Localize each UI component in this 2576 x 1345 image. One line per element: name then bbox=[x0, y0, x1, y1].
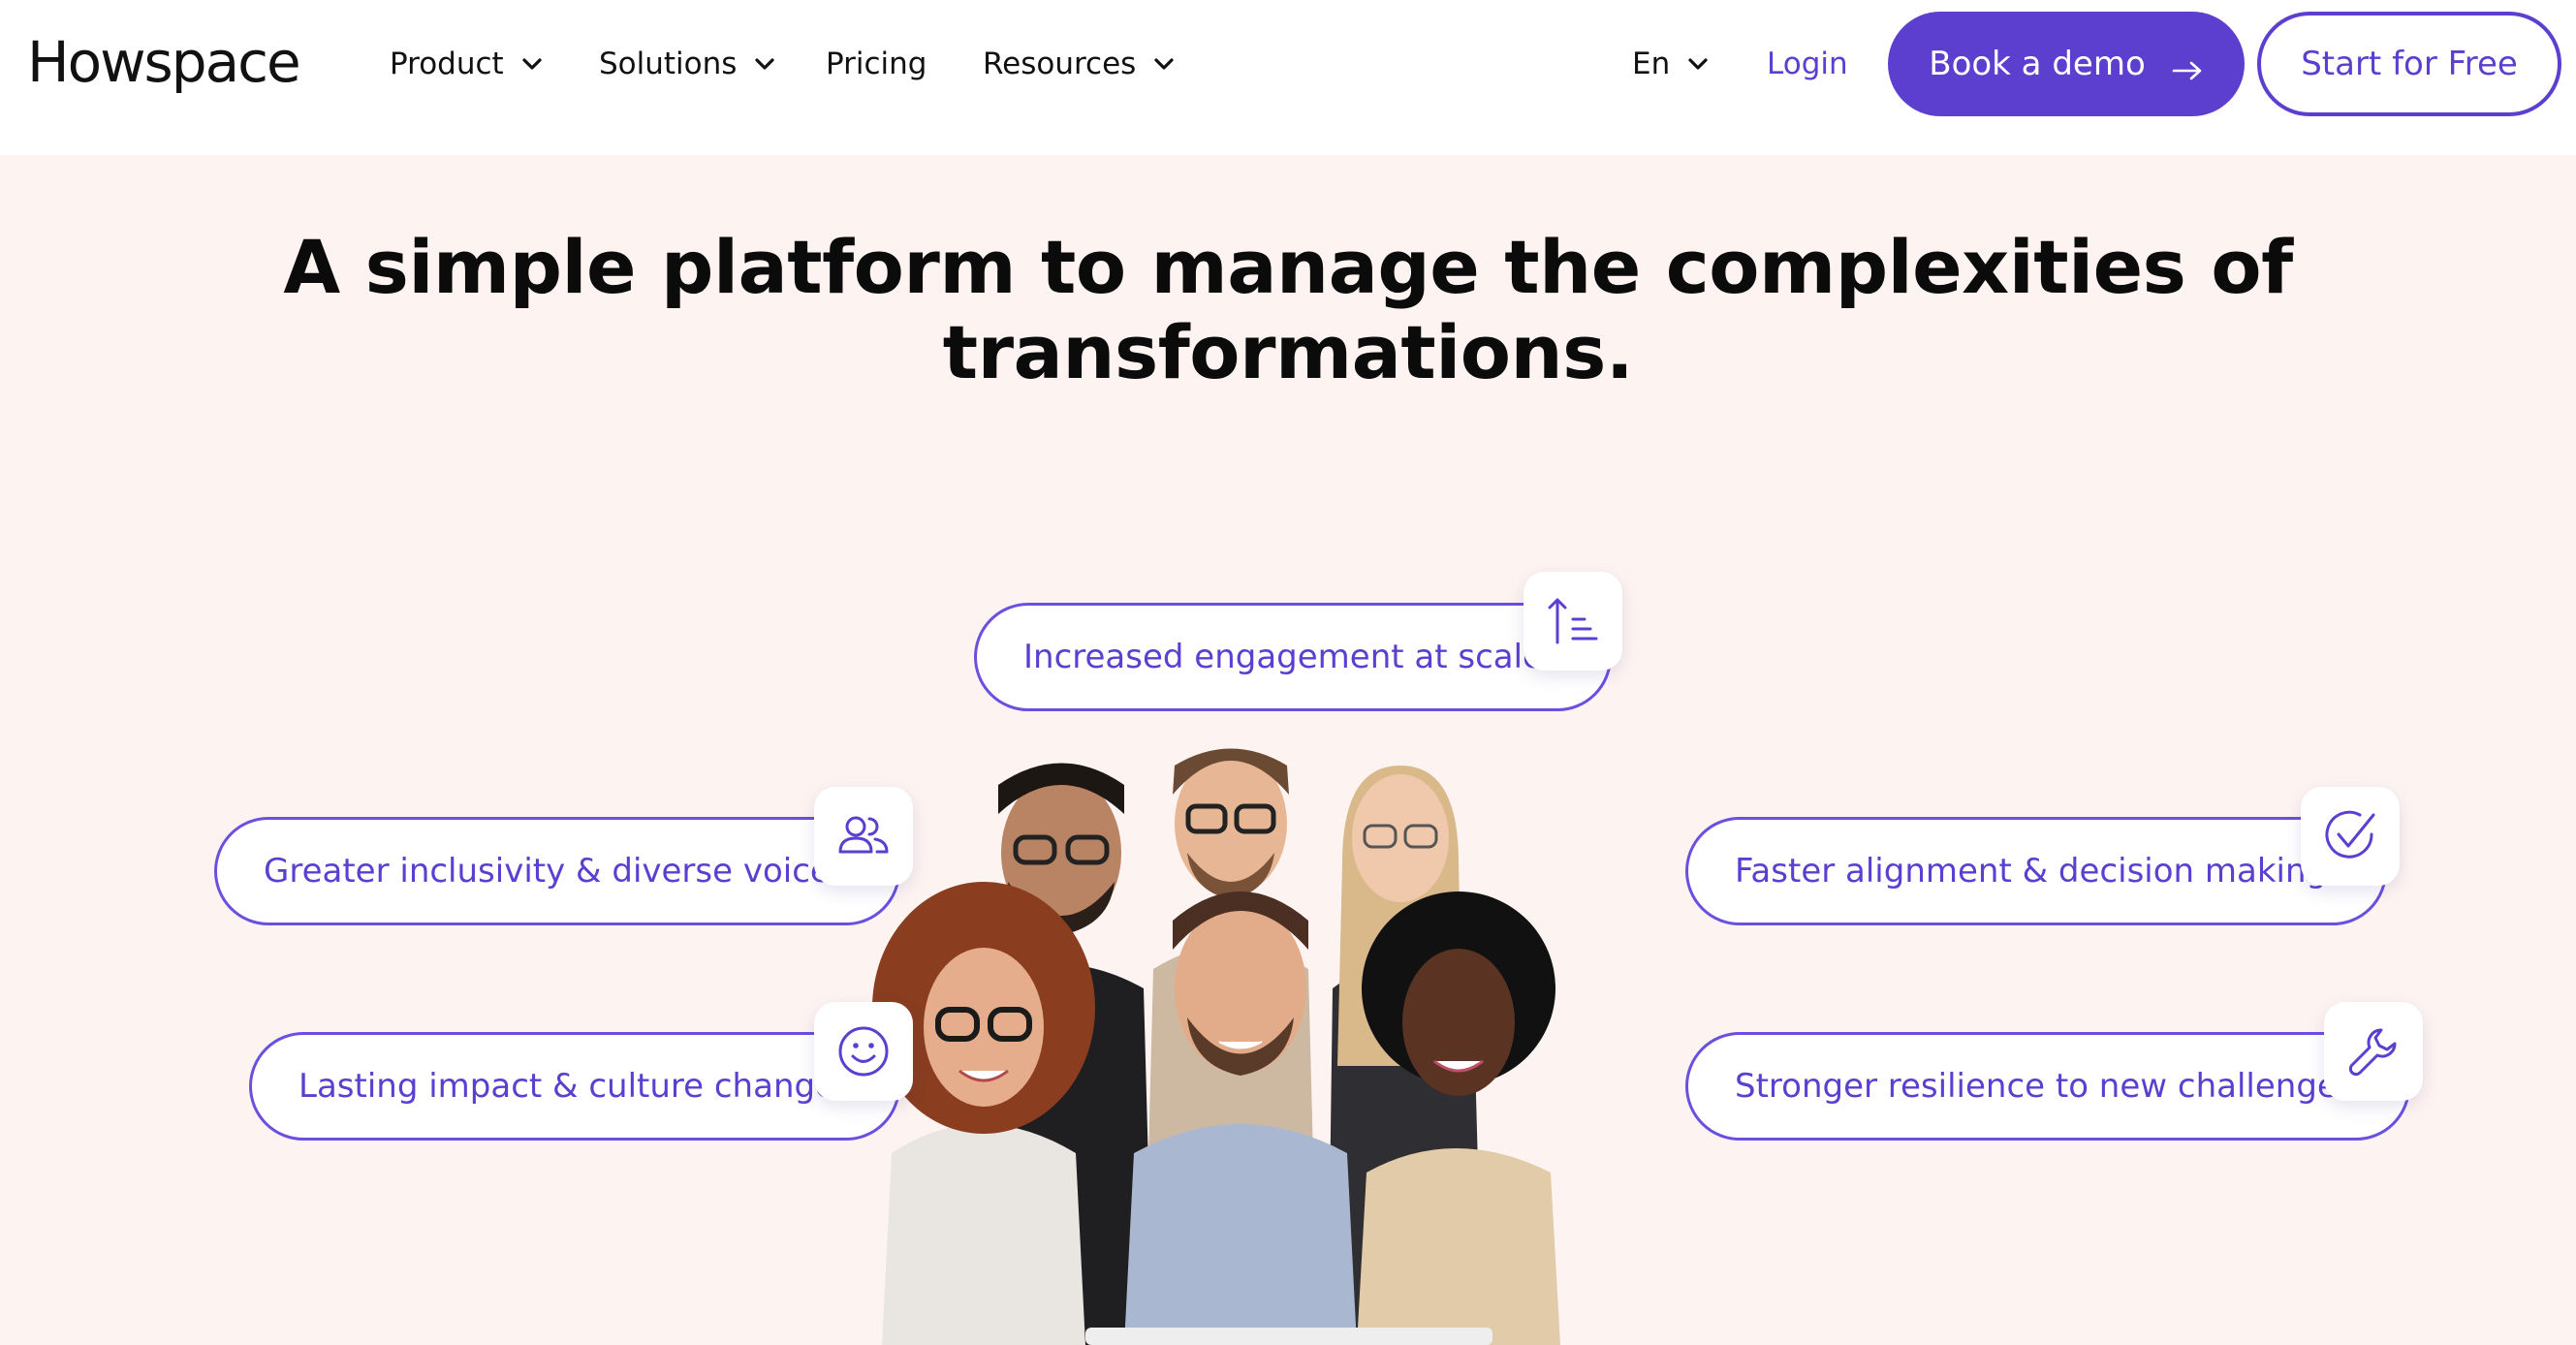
nav-solutions-label: Solutions bbox=[599, 47, 738, 81]
benefit-inclusivity-label: Greater inclusivity & diverse voices bbox=[264, 852, 848, 891]
nav-resources-label: Resources bbox=[983, 47, 1137, 81]
benefit-resilience-label: Stronger resilience to new challenges bbox=[1735, 1067, 2355, 1106]
headline-line-2: transformations. bbox=[942, 309, 1634, 395]
headline-line-1: A simple platform to manage the complexi… bbox=[283, 224, 2293, 310]
nav-resources[interactable]: Resources bbox=[983, 41, 1177, 87]
benefit-resilience-pill: Stronger resilience to new challenges bbox=[1685, 1032, 2410, 1141]
book-demo-button[interactable]: Book a demo bbox=[1888, 12, 2245, 116]
nav-product-label: Product bbox=[390, 47, 504, 81]
check-circle-icon bbox=[2301, 787, 2400, 886]
benefit-impact-label: Lasting impact & culture change bbox=[298, 1067, 835, 1106]
benefit-alignment-label: Faster alignment & decision making bbox=[1735, 852, 2328, 891]
chevron-down-icon bbox=[1151, 51, 1177, 77]
benefit-engagement-label: Increased engagement at scale bbox=[1023, 638, 1543, 676]
nav-pricing-label: Pricing bbox=[826, 47, 927, 81]
users-icon bbox=[814, 787, 913, 886]
nav-pricing[interactable]: Pricing bbox=[826, 41, 927, 87]
benefit-inclusivity-pill: Greater inclusivity & diverse voices bbox=[214, 817, 900, 925]
arrow-right-icon bbox=[2171, 52, 2204, 80]
wrench-icon bbox=[2324, 1002, 2423, 1101]
language-label: En bbox=[1632, 47, 1671, 81]
chevron-down-icon bbox=[1685, 51, 1711, 77]
site-header: Howspace Product Solutions Pricing Resou… bbox=[0, 0, 2576, 155]
login-link[interactable]: Login bbox=[1767, 41, 1848, 87]
sort-ascending-icon bbox=[1524, 572, 1622, 671]
hero-headline: A simple platform to manage the complexi… bbox=[270, 225, 2306, 395]
start-free-button[interactable]: Start for Free bbox=[2257, 12, 2561, 116]
smile-icon bbox=[814, 1002, 913, 1101]
benefit-alignment-pill: Faster alignment & decision making bbox=[1685, 817, 2387, 925]
howspace-logo[interactable]: Howspace bbox=[27, 27, 301, 97]
chevron-down-icon bbox=[752, 51, 777, 77]
book-demo-label: Book a demo bbox=[1929, 45, 2146, 83]
chevron-down-icon bbox=[519, 51, 545, 77]
benefit-engagement-pill: Increased engagement at scale bbox=[974, 603, 1612, 711]
benefit-impact-pill: Lasting impact & culture change bbox=[249, 1032, 900, 1141]
start-free-label: Start for Free bbox=[2301, 45, 2518, 83]
language-selector[interactable]: En bbox=[1632, 41, 1711, 87]
nav-product[interactable]: Product bbox=[390, 41, 545, 87]
team-photo bbox=[872, 748, 1560, 1345]
nav-solutions[interactable]: Solutions bbox=[599, 41, 777, 87]
